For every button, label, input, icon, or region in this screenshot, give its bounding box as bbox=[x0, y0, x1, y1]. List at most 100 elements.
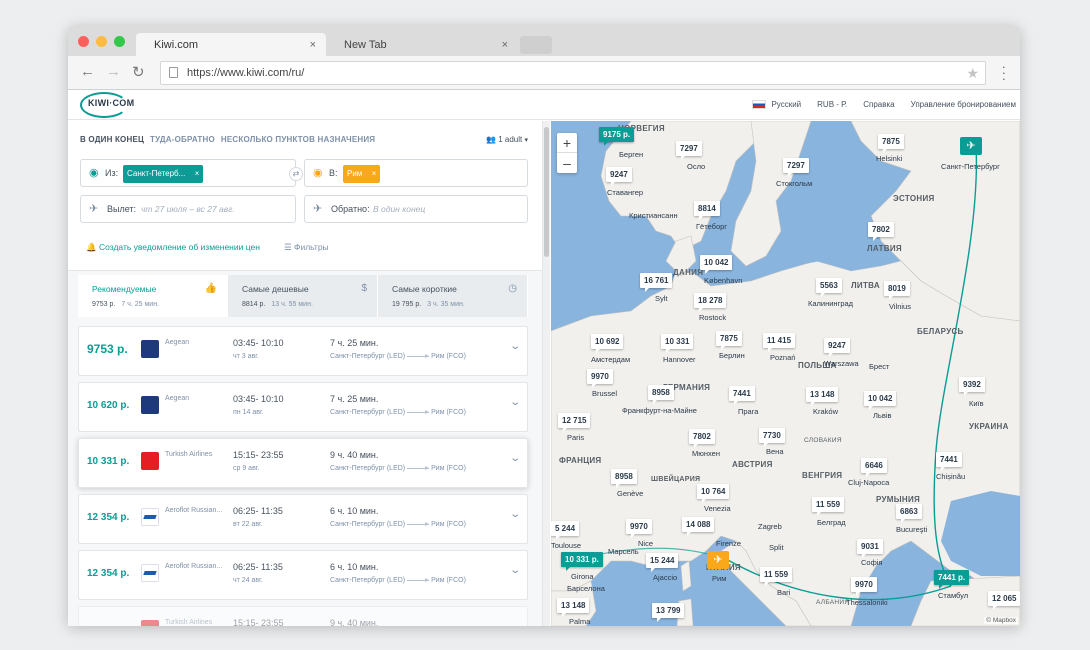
browser-tab-kiwi[interactable]: Kiwi.com × bbox=[136, 33, 326, 57]
price-pin[interactable]: 9970 bbox=[626, 519, 652, 538]
price-pin[interactable]: 10 331 bbox=[661, 334, 694, 353]
reload-icon[interactable]: ↻ bbox=[132, 63, 145, 81]
filters-button[interactable]: ☰ Фильтры bbox=[284, 242, 329, 253]
price-pin[interactable]: 7297 bbox=[676, 141, 702, 160]
price-pin[interactable]: 10 692 bbox=[591, 334, 624, 353]
close-window-button[interactable] bbox=[78, 36, 89, 47]
currency-selector[interactable]: RUB - Р. bbox=[817, 100, 847, 109]
price-pin[interactable]: 16 761 bbox=[640, 273, 673, 292]
price-pin[interactable]: 6646 bbox=[861, 458, 887, 477]
price-pin[interactable]: 10 042 bbox=[700, 255, 733, 274]
departure-date-field[interactable]: ✈ Вылет: чт 27 июля – вс 27 авг. bbox=[80, 195, 296, 223]
scroll-thumb[interactable] bbox=[544, 127, 549, 257]
price-pin[interactable]: 18 278 bbox=[694, 293, 727, 312]
zoom-out-button[interactable]: – bbox=[557, 153, 577, 173]
price-pin[interactable]: 5 244 bbox=[551, 521, 580, 540]
zoom-in-button[interactable]: + bbox=[557, 133, 577, 153]
price-pin[interactable]: 7297 bbox=[783, 158, 809, 177]
tab-one-way[interactable]: В ОДИН КОНЕЦ bbox=[80, 135, 144, 144]
remove-origin-icon[interactable]: × bbox=[195, 165, 200, 183]
origin-field[interactable]: ◉ Из: Санкт-Петерб... × bbox=[80, 159, 296, 187]
price-pin[interactable]: 13 148 bbox=[806, 387, 839, 406]
chevron-down-icon[interactable]: ⌄ bbox=[509, 509, 521, 520]
price-pin[interactable]: 12 065 bbox=[988, 591, 1020, 610]
price-pin[interactable]: 9970 bbox=[851, 577, 877, 596]
remove-destination-icon[interactable]: × bbox=[372, 165, 377, 183]
price-pin[interactable]: 7441 bbox=[729, 386, 755, 405]
price-pin[interactable]: 7441 bbox=[936, 452, 962, 471]
price-pin[interactable]: 7441 р. bbox=[934, 570, 970, 589]
price-pin[interactable]: 7802 bbox=[868, 222, 894, 241]
bookmark-star-icon[interactable]: ★ bbox=[966, 62, 979, 84]
price-pin[interactable]: 11 559 bbox=[760, 567, 793, 586]
price-pin[interactable]: 11 415 bbox=[763, 333, 796, 352]
price-pin[interactable]: 8958 bbox=[611, 469, 637, 488]
tab-multi-city[interactable]: НЕСКОЛЬКО ПУНКТОВ НАЗНАЧЕНИЯ bbox=[221, 135, 375, 144]
address-bar[interactable]: https://www.kiwi.com/ru/ ★ bbox=[160, 61, 986, 85]
price-pin[interactable]: 9247 bbox=[606, 167, 632, 186]
flight-result[interactable]: 9753 р. Aegean 03:45- 10:10 чт 3 авг. 7 … bbox=[78, 326, 528, 376]
price-pin[interactable]: 8019 bbox=[884, 281, 910, 300]
price-alert-link[interactable]: 🔔 Создать уведомление об изменении цен bbox=[86, 242, 260, 253]
price-pin[interactable]: 10 331 р. bbox=[561, 552, 603, 571]
origin-plane-icon[interactable]: ✈ bbox=[960, 137, 982, 155]
price-pin[interactable]: 9392 bbox=[959, 377, 985, 396]
new-tab-button[interactable] bbox=[520, 36, 552, 54]
manage-booking-link[interactable]: Управление бронированием bbox=[911, 100, 1016, 109]
passengers-selector[interactable]: 👥 1 adult ▾ bbox=[486, 135, 528, 144]
price-pin[interactable]: 9247 bbox=[824, 338, 850, 357]
help-link[interactable]: Справка bbox=[863, 100, 894, 109]
flight-result[interactable]: 12 354 р. Aeroflot Russian... 06:25- 11:… bbox=[78, 550, 528, 600]
price-pin[interactable]: 7875 bbox=[716, 331, 742, 350]
browser-tab-new[interactable]: New Tab × bbox=[326, 33, 518, 57]
forward-arrow-icon[interactable]: → bbox=[106, 63, 121, 80]
chevron-down-icon[interactable]: ⌄ bbox=[509, 341, 521, 352]
maximize-window-button[interactable] bbox=[114, 36, 125, 47]
map-attribution[interactable]: © Mapbox bbox=[984, 617, 1018, 624]
map-view[interactable]: + – НОРВЕГИЯ ЭСТОНИЯ ЛАТВИЯ ЛИТВА БЕЛАРУ… bbox=[551, 121, 1020, 626]
price-pin[interactable]: 7730 bbox=[759, 428, 785, 447]
close-tab-icon[interactable]: × bbox=[310, 33, 316, 57]
tab-recommended[interactable]: Рекомендуемые 9753 р. 7 ч. 25 мин. 👍 bbox=[78, 275, 228, 317]
price-pin[interactable]: 9970 bbox=[587, 369, 613, 388]
swap-icon[interactable]: ⇄ bbox=[289, 167, 303, 181]
price-pin[interactable]: 13 799 bbox=[652, 603, 685, 622]
destination-plane-icon[interactable]: ✈ bbox=[707, 551, 729, 569]
browser-menu-icon[interactable]: · · · bbox=[1002, 60, 1006, 85]
price-pin[interactable]: 10 042 bbox=[864, 391, 897, 410]
destination-field[interactable]: ◉ В: Рим × bbox=[304, 159, 528, 187]
price-pin[interactable]: 5563 bbox=[816, 278, 842, 297]
price-pin[interactable]: 7802 bbox=[689, 429, 715, 448]
price-pin[interactable]: 11 559 bbox=[812, 497, 845, 516]
flight-result[interactable]: Turkish Airlines 15:15- 23:55 9 ч. 40 ми… bbox=[78, 606, 528, 626]
tab-cheapest[interactable]: Самые дешевые 8814 р. 13 ч. 55 мин. $ bbox=[228, 275, 378, 317]
tab-round-trip[interactable]: ТУДА-ОБРАТНО bbox=[150, 135, 215, 144]
price-pin[interactable]: 10 764 bbox=[697, 484, 730, 503]
minimize-window-button[interactable] bbox=[96, 36, 107, 47]
close-tab-icon[interactable]: × bbox=[502, 33, 508, 57]
language-selector[interactable]: Русский bbox=[752, 100, 801, 110]
return-date-field[interactable]: ✈ Обратно: В один конец bbox=[304, 195, 528, 223]
results-scrollbar[interactable] bbox=[542, 121, 550, 626]
flight-result[interactable]: 12 354 р. Aeroflot Russian... 06:25- 11:… bbox=[78, 494, 528, 544]
price-pin[interactable]: 9175 р. bbox=[599, 127, 635, 146]
origin-chip[interactable]: Санкт-Петерб... × bbox=[123, 165, 204, 183]
price-pin[interactable]: 15 244 bbox=[646, 553, 679, 572]
price-pin[interactable]: 7875 bbox=[878, 134, 904, 153]
country-label: ЛАТВИЯ bbox=[867, 244, 902, 253]
tab-shortest[interactable]: Самые короткие 19 795 р. 3 ч. 35 мин. ◷ bbox=[378, 275, 528, 317]
price-pin[interactable]: 9031 bbox=[857, 539, 883, 558]
price-pin[interactable]: 14 088 bbox=[682, 517, 715, 536]
price-pin[interactable]: 8958 bbox=[648, 385, 674, 404]
flight-result[interactable]: 10 620 р. Aegean 03:45- 10:10 пн 14 авг.… bbox=[78, 382, 528, 432]
price-pin[interactable]: 12 715 bbox=[558, 413, 591, 432]
price-pin[interactable]: 8814 bbox=[694, 201, 720, 220]
price-pin[interactable]: 6863 bbox=[896, 504, 922, 523]
back-arrow-icon[interactable]: ← bbox=[80, 63, 95, 80]
destination-chip[interactable]: Рим × bbox=[343, 165, 381, 183]
chevron-down-icon[interactable]: ⌄ bbox=[509, 397, 521, 408]
price-pin[interactable]: 13 148 bbox=[557, 598, 590, 617]
chevron-down-icon[interactable]: ⌄ bbox=[509, 565, 521, 576]
flight-result[interactable]: 10 331 р. Turkish Airlines 15:15- 23:55 … bbox=[78, 438, 528, 488]
chevron-down-icon[interactable]: ⌄ bbox=[509, 453, 521, 464]
